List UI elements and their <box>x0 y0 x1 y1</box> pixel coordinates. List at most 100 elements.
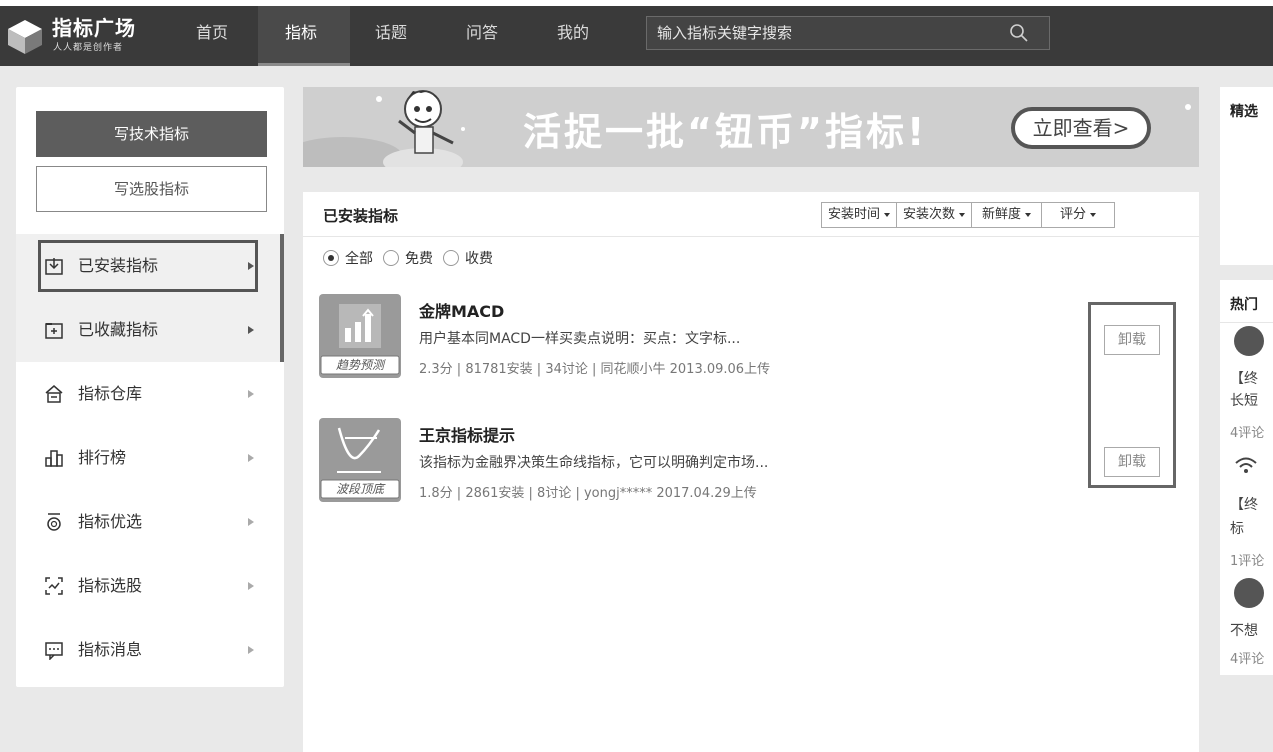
filter-paid[interactable]: 收费 <box>443 248 493 268</box>
write-tech-indicator-button[interactable]: 写技术指标 <box>36 111 267 157</box>
filter-all[interactable]: 全部 <box>323 248 373 268</box>
sidebar-item-label: 指标优选 <box>78 512 143 531</box>
indicator-description: 该指标为金融界决策生命线指标，它可以明确判定市场... <box>419 455 769 471</box>
sidebar-item-messages[interactable]: 指标消息 <box>16 618 284 682</box>
indicator-name[interactable]: 金牌MACD <box>419 298 504 322</box>
price-filter: 全部 免费 收费 <box>323 248 493 268</box>
hot-item-comments: 1评论 <box>1230 554 1265 569</box>
uninstall-button[interactable]: 卸载 <box>1104 325 1160 355</box>
stock-select-icon <box>45 577 63 595</box>
chevron-right-icon <box>248 518 254 526</box>
divider <box>303 236 1199 237</box>
radio-selected-icon <box>323 250 339 266</box>
sidebar-item-favorites[interactable]: 已收藏指标 <box>16 298 284 362</box>
caret-down-icon <box>959 212 966 217</box>
sort-label: 评分 <box>1060 207 1087 222</box>
chevron-right-icon <box>248 582 254 590</box>
medal-icon <box>47 513 61 531</box>
sort-label: 新鲜度 <box>982 207 1022 222</box>
caret-down-icon <box>1090 212 1097 217</box>
chevron-right-icon <box>248 326 254 334</box>
chevron-right-icon <box>248 646 254 654</box>
promo-banner[interactable]: 活捉一批“钮币”指标! 立即查看> <box>303 87 1199 167</box>
sidebar-item-label: 指标仓库 <box>78 384 143 403</box>
indicator-meta: 2.3分 | 81781安装 | 34讨论 | 同花顺小牛 2013.09.06… <box>419 362 771 377</box>
caret-down-icon <box>1025 212 1032 217</box>
sort-rating[interactable]: 评分 <box>1042 203 1114 227</box>
indicator-item[interactable]: 波段顶底 王京指标提示 该指标为金融界决策生命线指标，它可以明确判定市场... … <box>315 416 1175 506</box>
download-tray-icon <box>45 258 63 275</box>
sort-label: 安装次数 <box>903 207 956 222</box>
avatar[interactable] <box>1234 326 1264 356</box>
hot-panel: 热门 【终 长短 4评论 【终 标 1评论 不想 4评论 <box>1220 280 1273 675</box>
selected-item-frame <box>38 240 258 292</box>
search-icon[interactable] <box>1009 23 1029 43</box>
uninstall-button[interactable]: 卸载 <box>1104 447 1160 477</box>
filter-label: 免费 <box>405 251 433 267</box>
thumbnail-tag: 趋势预测 <box>336 358 386 372</box>
sidebar-item-warehouse[interactable]: 指标仓库 <box>16 362 284 426</box>
sidebar-menu: 已安装指标 已收藏指标 指标仓库 排行榜 指标优选 指标选股 指标消息 <box>16 234 284 682</box>
hot-item-title[interactable]: 【终 <box>1230 368 1258 388</box>
featured-title: 精选 <box>1230 104 1258 120</box>
ranking-icon <box>45 450 63 467</box>
chevron-right-icon <box>248 454 254 462</box>
sidebar-item-stock-select[interactable]: 指标选股 <box>16 554 284 618</box>
trend-forecast-thumbnail: 趋势预测 <box>319 294 401 378</box>
installed-indicators-panel: 已安装指标 安装时间 安装次数 新鲜度 评分 全部 免费 收费 趋势预测 金牌M… <box>303 192 1199 752</box>
top-navigation-bar: 指标广场 人人都是创作者 首页 指标 话题 问答 我的 <box>0 0 1273 66</box>
banner-headline: 活捉一批“钮币”指标! <box>523 110 928 154</box>
avatar[interactable] <box>1234 578 1264 608</box>
left-sidebar: 写技术指标 写选股指标 已安装指标 已收藏指标 指标仓库 排行榜 指标优选 指标… <box>16 87 284 687</box>
banner-view-now-button[interactable]: 立即查看> <box>1011 107 1151 149</box>
search-input[interactable] <box>647 17 1007 49</box>
sidebar-item-installed[interactable]: 已安装指标 <box>16 234 284 298</box>
nav-mine[interactable]: 我的 <box>557 18 589 66</box>
chevron-right-icon <box>248 262 254 270</box>
caret-down-icon <box>884 212 891 217</box>
indicator-item[interactable]: 趋势预测 金牌MACD 用户基本同MACD一样买卖点说明：买点：文字标... 2… <box>315 292 1175 382</box>
nav-qa[interactable]: 问答 <box>466 18 498 66</box>
filter-free[interactable]: 免费 <box>383 248 433 268</box>
sort-label: 安装时间 <box>828 207 881 222</box>
nav-topics[interactable]: 话题 <box>375 18 407 66</box>
sidebar-item-ranking[interactable]: 排行榜 <box>16 426 284 490</box>
hot-item-title-cont[interactable]: 长短 <box>1230 390 1258 410</box>
divider <box>1220 322 1273 323</box>
hot-item-title-cont[interactable]: 标 <box>1230 518 1244 538</box>
wifi-avatar-icon[interactable] <box>1234 456 1258 476</box>
panel-title: 已安装指标 <box>323 207 399 225</box>
nav-home[interactable]: 首页 <box>196 18 228 66</box>
band-top-bottom-thumbnail: 波段顶底 <box>319 418 401 502</box>
thumbnail-tag: 波段顶底 <box>336 482 386 496</box>
sidebar-item-label: 排行榜 <box>78 448 127 467</box>
sort-install-time[interactable]: 安装时间 <box>822 203 898 227</box>
logo-title: 指标广场 <box>52 16 136 40</box>
nav-indicators[interactable]: 指标 <box>285 18 317 66</box>
featured-panel: 精选 <box>1220 87 1273 265</box>
sort-freshness[interactable]: 新鲜度 <box>972 203 1043 227</box>
sidebar-scroll-indicator <box>280 234 284 362</box>
sidebar-item-label: 指标选股 <box>78 576 143 595</box>
sidebar-item-label: 已收藏指标 <box>78 320 159 339</box>
hot-item-comments: 4评论 <box>1230 426 1265 441</box>
sort-install-count[interactable]: 安装次数 <box>897 203 973 227</box>
uninstall-highlight-frame: 卸载 卸载 <box>1088 302 1176 488</box>
hot-title: 热门 <box>1230 297 1258 313</box>
sidebar-item-label: 指标消息 <box>78 640 143 659</box>
hot-item-comments: 4评论 <box>1230 652 1265 667</box>
warehouse-icon <box>45 385 63 403</box>
radio-icon <box>443 250 459 266</box>
hot-item-title[interactable]: 不想 <box>1230 620 1258 640</box>
sidebar-item-featured[interactable]: 指标优选 <box>16 490 284 554</box>
site-logo[interactable]: 指标广场 人人都是创作者 <box>6 12 166 60</box>
search-box <box>646 16 1050 50</box>
indicator-name[interactable]: 王京指标提示 <box>419 422 515 446</box>
radio-icon <box>383 250 399 266</box>
indicator-description: 用户基本同MACD一样买卖点说明：买点：文字标... <box>419 331 741 347</box>
hot-item-title[interactable]: 【终 <box>1230 494 1258 514</box>
chevron-right-icon <box>248 390 254 398</box>
favorite-folder-icon <box>45 323 63 339</box>
logo-subtitle: 人人都是创作者 <box>53 43 124 53</box>
write-select-indicator-button[interactable]: 写选股指标 <box>36 166 267 212</box>
